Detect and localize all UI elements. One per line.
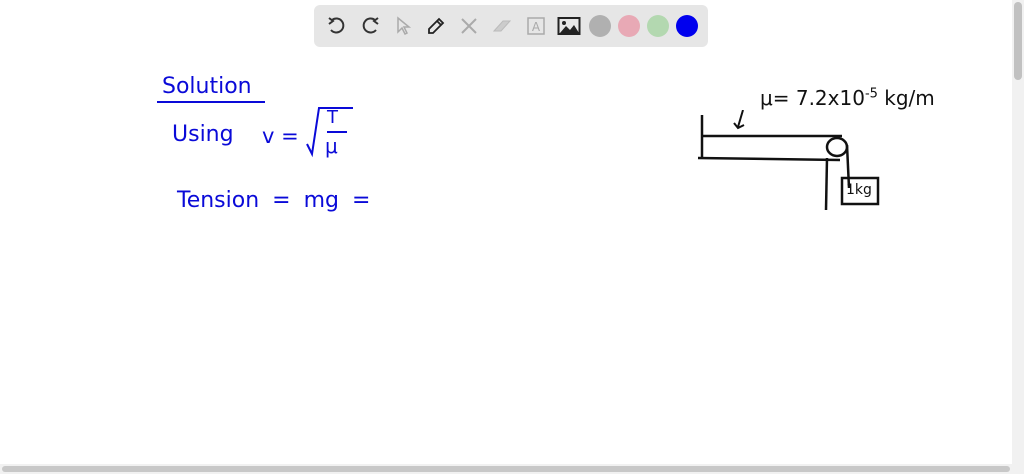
redo-icon[interactable]: [357, 13, 383, 39]
tools-icon[interactable]: [456, 13, 482, 39]
formula-numerator: T: [327, 107, 338, 128]
using-label: Using: [172, 122, 234, 147]
velocity-formula: v =: [262, 124, 299, 148]
linear-density-label: μ= 7.2x10-5 kg/m: [760, 86, 935, 110]
vertical-scrollbar[interactable]: [1012, 0, 1024, 464]
drawing-toolbar: A: [314, 5, 708, 47]
undo-icon[interactable]: [324, 13, 350, 39]
mu-unit: kg/m: [884, 86, 935, 110]
horizontal-scrollbar[interactable]: [0, 464, 1024, 474]
color-blue[interactable]: [676, 15, 699, 37]
color-pink[interactable]: [617, 15, 640, 37]
svg-text:A: A: [531, 20, 540, 34]
string-pulley-diagram: [697, 110, 880, 211]
tension-line: Tension = mg =: [177, 188, 371, 213]
text-icon[interactable]: A: [523, 13, 549, 39]
mass-label: 1kg: [846, 182, 872, 198]
pen-icon[interactable]: [423, 13, 449, 39]
color-green[interactable]: [647, 15, 670, 37]
vertical-scroll-thumb[interactable]: [1014, 2, 1022, 80]
select-icon[interactable]: [390, 13, 416, 39]
image-icon[interactable]: [556, 13, 582, 39]
solution-heading: Solution: [162, 74, 252, 99]
formula-denominator: μ: [325, 134, 338, 158]
eraser-icon[interactable]: [489, 13, 515, 39]
horizontal-scroll-thumb[interactable]: [2, 466, 1010, 472]
color-gray[interactable]: [588, 15, 611, 37]
mu-exponent: -5: [864, 86, 878, 102]
mu-value: μ= 7.2x10: [760, 86, 865, 110]
heading-underline: [157, 101, 265, 103]
